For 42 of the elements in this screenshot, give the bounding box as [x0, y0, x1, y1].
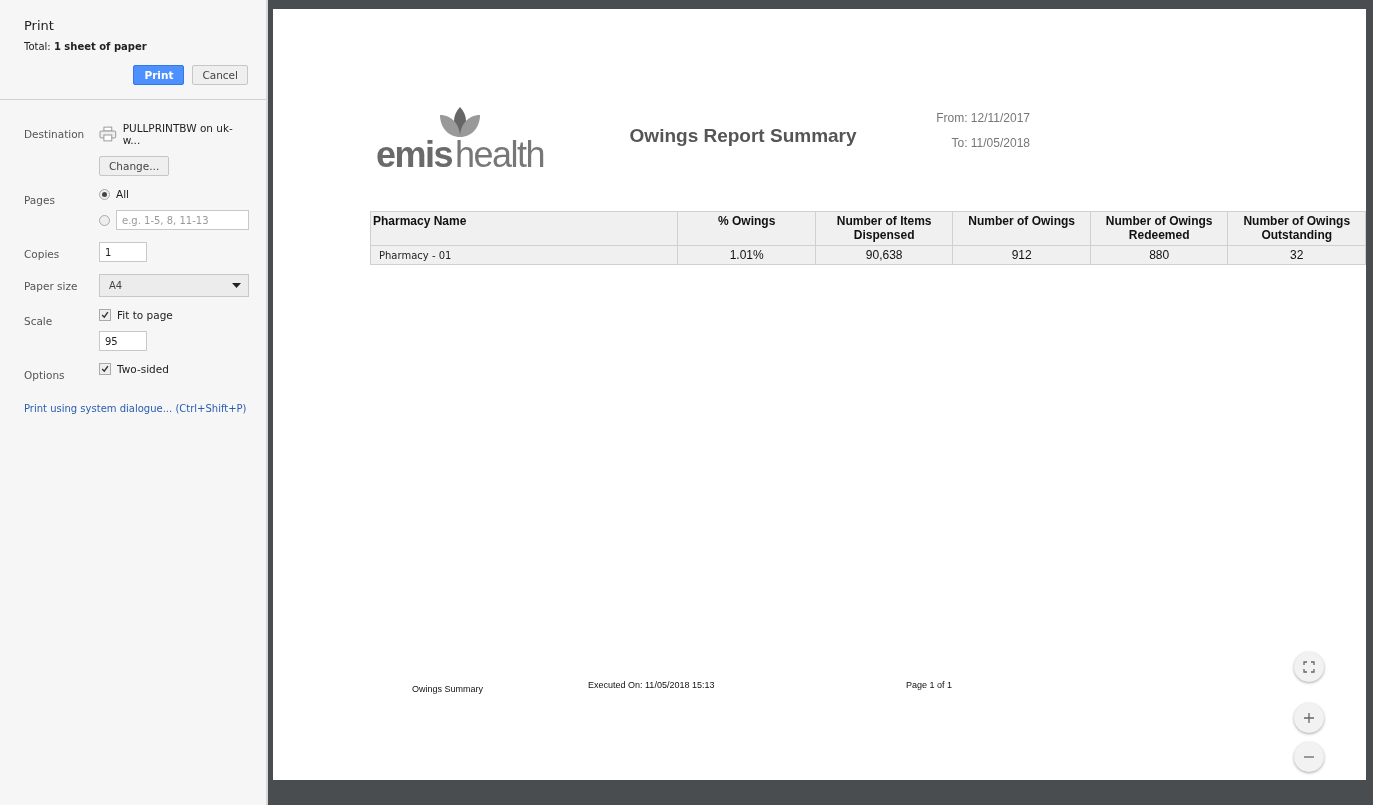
column-header: Number of Items Dispensed: [815, 211, 953, 246]
checkbox-label: Fit to page: [117, 309, 173, 321]
report-title: Owings Report Summary: [629, 125, 857, 147]
plus-icon: [1303, 712, 1315, 724]
column-header: % Owings: [677, 211, 816, 246]
change-button[interactable]: Change...: [99, 156, 170, 176]
radio-button[interactable]: [99, 214, 110, 226]
copies-field[interactable]: 1: [99, 242, 147, 262]
footer-text: Page 1 of 1: [906, 680, 953, 692]
checkbox[interactable]: [99, 309, 111, 321]
caret-icon: [232, 283, 241, 288]
setting-label: Scale: [24, 314, 54, 327]
sheet-total: Total: 1 sheet of paper: [24, 41, 148, 52]
checkbox[interactable]: [99, 363, 111, 375]
footer-text: Owings Summary: [412, 683, 484, 694]
column-header: Number of Owings Redeemed: [1090, 211, 1228, 246]
page-range-field[interactable]: e.g. 1-5, 8, 11-13: [116, 210, 249, 230]
paper-size-dropdown[interactable]: A4: [99, 274, 249, 297]
cancel-button[interactable]: Cancel: [192, 65, 248, 85]
dialog-title: Print: [24, 18, 55, 33]
printer-icon: [99, 126, 117, 142]
scale-field[interactable]: 95: [99, 331, 147, 351]
date-from: From: 12/11/2017: [936, 111, 1030, 125]
setting-label: Pages: [24, 193, 56, 206]
lotus-icon: [438, 107, 482, 137]
logo-text: emis: [375, 137, 452, 173]
date-to: To: 11/05/2018: [951, 136, 1030, 150]
printer-name: PULLPRINTBW on uk-w...: [122, 122, 234, 146]
setting-label: Options: [24, 368, 66, 381]
option-label: All: [116, 188, 130, 200]
logo-text: health: [455, 137, 545, 173]
column-header: Number of Owings: [952, 211, 1091, 246]
checkbox-label: Two-sided: [117, 363, 169, 375]
setting-label: Copies: [24, 247, 61, 260]
setting-label: Destination: [24, 127, 86, 140]
setting-label: Paper size: [24, 279, 79, 292]
fit-icon: [1303, 661, 1315, 673]
system-dialog-link[interactable]: Print using system dialogue... (Ctrl+Shift+P): [24, 403, 248, 414]
column-header: Pharmacy Name: [370, 211, 678, 246]
footer-text: Executed On: 11/05/2018 15:13: [588, 680, 716, 692]
column-header: Number of Owings Outstanding: [1227, 211, 1366, 246]
radio-button[interactable]: [99, 188, 110, 200]
